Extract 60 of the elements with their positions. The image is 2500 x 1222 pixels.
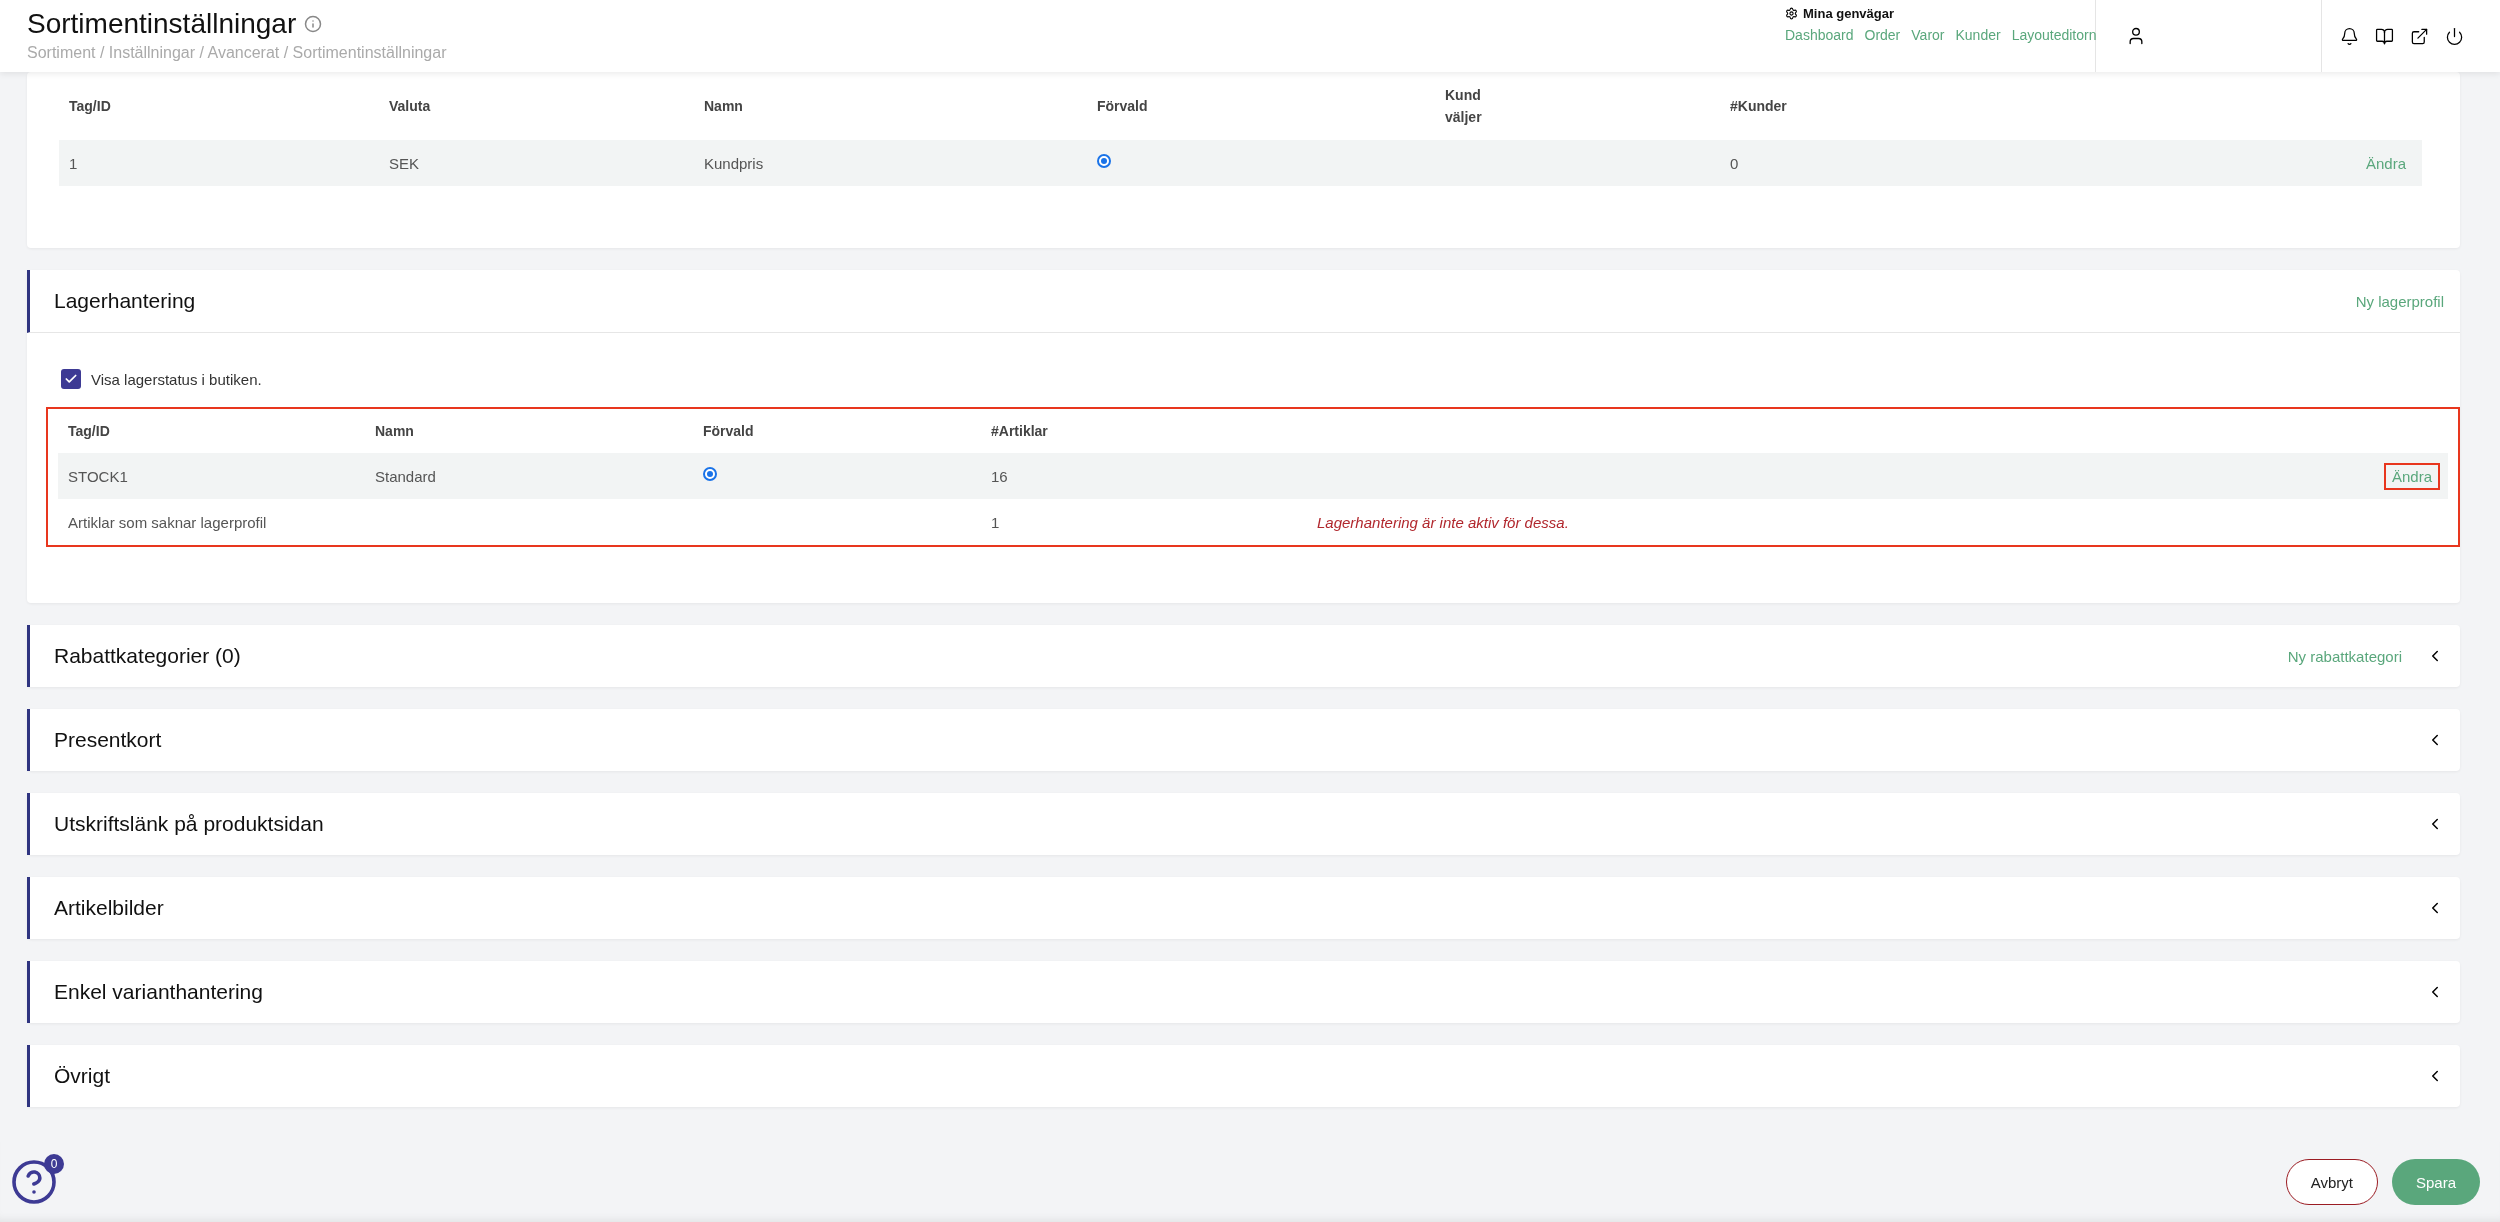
section-header[interactable]: Rabattkategorier (0) Ny rabattkategori [27,625,2460,687]
section-header[interactable]: Artikelbilder [27,877,2460,939]
table-cell-text: 1 [991,513,1001,531]
table-cell-text: 16 [991,467,1009,485]
shortcut-link[interactable]: Kunder [1955,27,2001,43]
column-header: #Artiklar [991,422,1049,441]
section-header[interactable]: Presentkort [27,709,2460,771]
table-cell-text: 1 [69,154,79,172]
shortcut-link[interactable]: Varor [1911,27,1945,43]
edit-link[interactable]: Ändra [2359,151,2412,175]
bell-icon[interactable] [2340,26,2359,46]
section-header[interactable]: Enkel varianthantering [27,961,2460,1023]
column-header: #Kunder [1730,97,1788,116]
checkmark-icon [64,372,78,386]
table-cell-text: SEK [389,154,420,172]
section-title: Presentkort [54,728,163,752]
help-icon[interactable] [10,1158,58,1206]
table-cell-text: Standard [375,467,437,485]
section-title: Övrigt [54,1064,111,1088]
info-icon[interactable] [304,15,323,33]
section-title: Rabattkategorier (0) [54,644,242,668]
table-cell-text: Artiklar som saknar lagerprofil [68,513,268,531]
default-radio[interactable] [703,467,717,481]
external-link-icon[interactable] [2410,26,2429,46]
page-title: Sortimentinställningar [27,8,297,40]
section-header[interactable]: Utskriftslänk på produktsidan [27,793,2460,855]
shortcut-link[interactable]: Dashboard [1785,27,1854,43]
edit-link[interactable]: Ändra [2385,464,2438,488]
shortcut-link[interactable]: Layouteditorn [2011,27,2097,43]
column-header: Förvald [703,422,755,441]
column-header: Namn [704,97,744,116]
save-button[interactable]: Spara [2391,1159,2480,1205]
warning-note: Lagerhantering är inte aktiv för dessa. [1317,513,1570,531]
column-header: Tag/ID [69,97,112,116]
column-header: Kund väljer [1445,86,1483,127]
column-header: Valuta [389,97,432,116]
book-icon[interactable] [2375,26,2394,46]
section-header[interactable]: Övrigt [27,1045,2460,1107]
column-header: Namn [375,422,415,441]
power-icon[interactable] [2445,26,2464,46]
settings-icon [1785,7,1798,20]
column-header: Förvald [1097,97,1149,116]
count-badge: 0 [44,1154,64,1174]
default-radio[interactable] [1097,154,1111,168]
section-title: Lagerhantering [54,289,197,313]
shortcuts-title: Mina genvägar [1803,6,1895,21]
new-category-link[interactable]: Ny rabattkategori [2287,647,2402,665]
table-cell-text: STOCK1 [68,467,129,485]
section-title: Artikelbilder [54,896,165,920]
table-cell-text: 0 [1730,154,1740,172]
section-title: Utskriftslänk på produktsidan [54,812,325,836]
section-title: Enkel varianthantering [54,980,264,1004]
cancel-button[interactable]: Avbryt [2285,1159,2378,1205]
checkbox[interactable] [61,369,81,389]
breadcrumb: Sortiment / Inställningar / Avancerat / Sortimentinställningar [27,44,448,62]
column-header: Tag/ID [68,422,111,441]
checkbox-label: Visa lagerstatus i butiken. [91,370,262,388]
new-profile-link[interactable]: Ny lagerprofil [2355,292,2444,310]
shortcut-link[interactable]: Order [1864,27,1901,43]
table-cell-text: Kundpris [704,154,765,172]
